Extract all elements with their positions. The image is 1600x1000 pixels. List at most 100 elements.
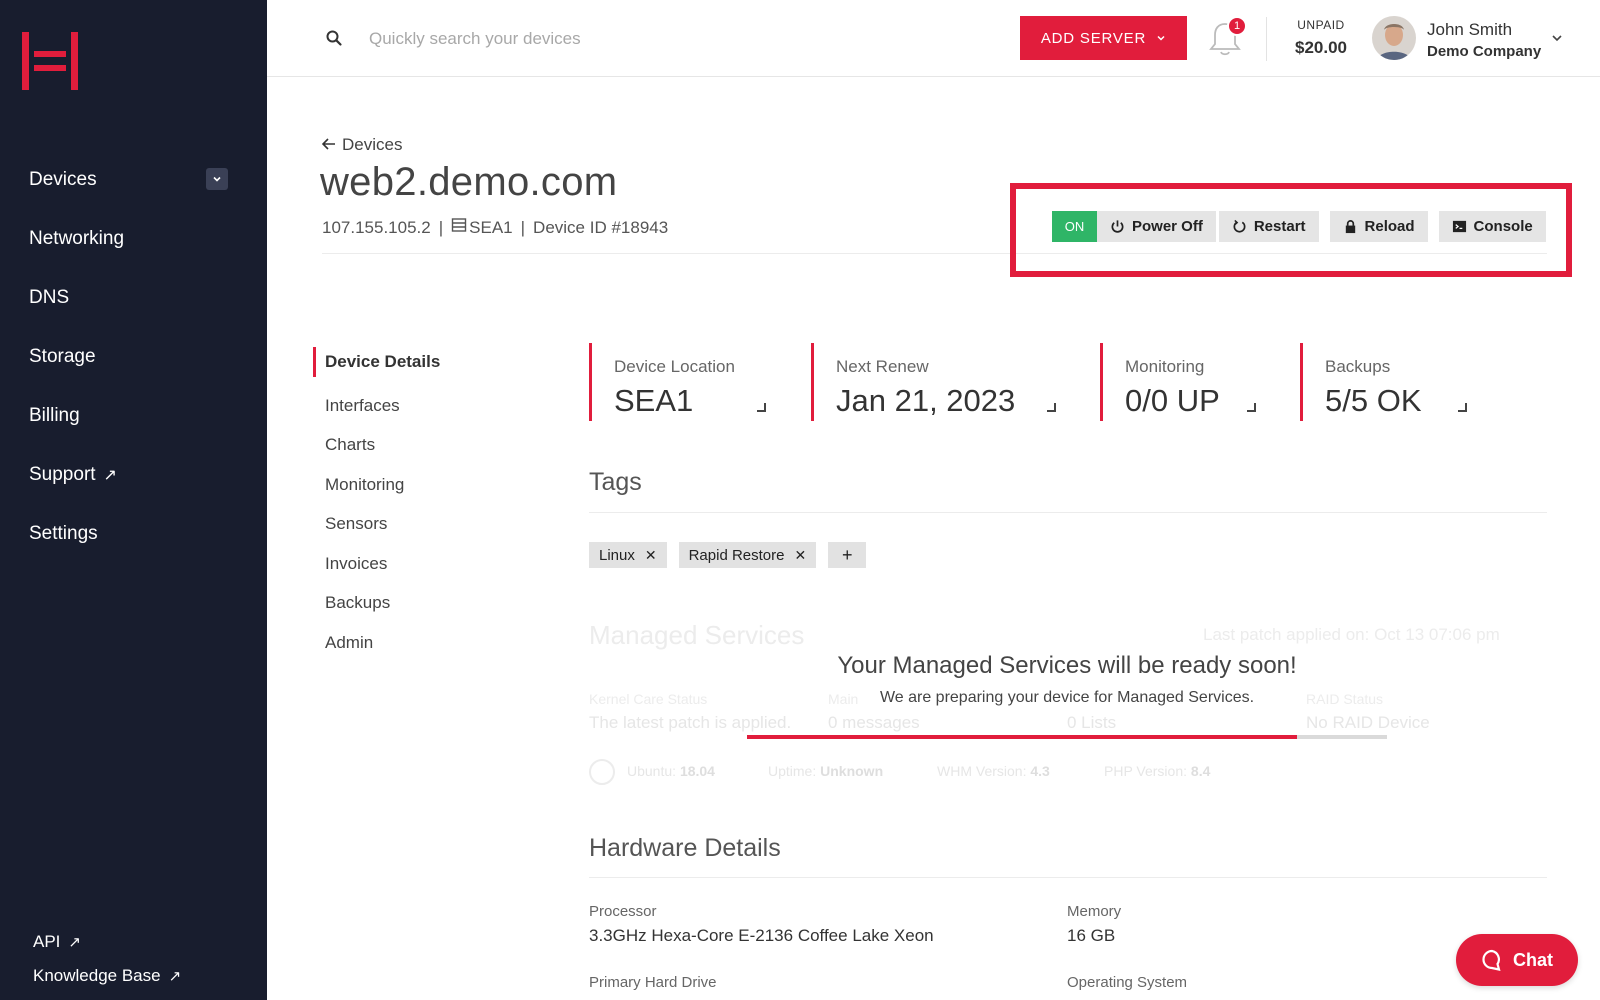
php-version: PHP Version: 8.4 bbox=[1104, 763, 1210, 779]
subnav-device-details[interactable]: Device Details bbox=[313, 347, 440, 377]
chat-label: Chat bbox=[1513, 949, 1553, 970]
stat-value: SEA1 bbox=[614, 383, 694, 418]
avatar[interactable] bbox=[1372, 16, 1416, 60]
stat-monitoring[interactable]: Monitoring 0/0 UP bbox=[1100, 343, 1260, 421]
subnav-backups[interactable]: Backups bbox=[313, 584, 440, 624]
sidebar-item-dns[interactable]: DNS bbox=[0, 268, 267, 327]
stat-next-renew[interactable]: Next Renew Jan 21, 2023 bbox=[811, 343, 1059, 421]
tag-label: Linux bbox=[599, 546, 635, 564]
device-meta: 107.155.105.2 | SEA1 | Device ID #18943 bbox=[322, 217, 668, 238]
sidebar-item-networking[interactable]: Networking bbox=[0, 209, 267, 268]
php-value: 8.4 bbox=[1190, 763, 1211, 779]
device-subnav: Device Details Interfaces Charts Monitor… bbox=[313, 347, 440, 663]
power-status-badge: ON bbox=[1052, 211, 1097, 242]
corner-arrow-icon bbox=[1047, 403, 1056, 412]
sidebar: Devices Networking DNS Storage Billing S… bbox=[0, 0, 267, 1000]
subnav-charts[interactable]: Charts bbox=[313, 426, 440, 466]
back-to-devices-link[interactable]: Devices bbox=[321, 135, 402, 155]
stat-device-location[interactable]: Device Location SEA1 bbox=[589, 343, 767, 421]
external-link-icon: ↗ bbox=[68, 934, 81, 951]
add-tag-button[interactable]: + bbox=[828, 542, 867, 568]
device-id: Device ID #18943 bbox=[533, 217, 669, 237]
sidebar-item-label: Support bbox=[29, 463, 96, 485]
unpaid-balance[interactable]: UNPAID $20.00 bbox=[1279, 18, 1363, 58]
close-icon[interactable]: ✕ bbox=[645, 547, 657, 564]
reload-label: Reload bbox=[1364, 218, 1415, 235]
chat-bubble-icon bbox=[1482, 949, 1501, 971]
os-value: 18.04 bbox=[679, 763, 715, 779]
reload-button[interactable]: Reload bbox=[1329, 211, 1428, 242]
sidebar-item-storage[interactable]: Storage bbox=[0, 327, 267, 386]
processor-value: 3.3GHz Hexa-Core E-2136 Coffee Lake Xeon bbox=[589, 926, 934, 945]
whm-label: WHM Version: bbox=[937, 763, 1027, 779]
last-patch-text: Last patch applied on: Oct 13 07:06 pm bbox=[1203, 625, 1500, 644]
sidebar-item-label: Devices bbox=[29, 168, 97, 190]
restart-label: Restart bbox=[1253, 218, 1306, 235]
chat-button[interactable]: Chat bbox=[1456, 934, 1578, 986]
power-controls: ON Power Off Restart Reload Console bbox=[1052, 211, 1546, 242]
chevron-down-icon[interactable] bbox=[206, 168, 228, 190]
uptime-label: Uptime: bbox=[768, 763, 817, 779]
subnav-interfaces[interactable]: Interfaces bbox=[313, 386, 440, 426]
restart-button[interactable]: Restart bbox=[1218, 211, 1319, 242]
subnav-monitoring[interactable]: Monitoring bbox=[313, 465, 440, 505]
whm-value: 4.3 bbox=[1030, 763, 1050, 779]
stat-value: 5/5 OK bbox=[1325, 383, 1422, 418]
managed-progress-fill bbox=[747, 735, 1298, 739]
knowledge-base-link-label: Knowledge Base bbox=[33, 966, 161, 985]
tags-divider bbox=[589, 512, 1547, 513]
subnav-sensors[interactable]: Sensors bbox=[313, 505, 440, 545]
php-label: PHP Version: bbox=[1104, 763, 1188, 779]
close-icon[interactable]: ✕ bbox=[794, 547, 806, 564]
corner-arrow-icon bbox=[757, 403, 766, 412]
search-input[interactable] bbox=[369, 22, 869, 56]
kernel-care-label: Kernel Care Status bbox=[589, 691, 708, 707]
sidebar-item-devices[interactable]: Devices bbox=[0, 150, 267, 209]
arrow-left-icon bbox=[321, 135, 336, 155]
external-link-icon: ↗ bbox=[168, 968, 182, 985]
user-name[interactable]: John Smith bbox=[1427, 20, 1512, 40]
add-server-button[interactable]: ADD SERVER bbox=[1020, 16, 1187, 60]
chevron-down-icon bbox=[1157, 35, 1165, 41]
page-title: web2.demo.com bbox=[320, 160, 618, 204]
processor-label: Processor bbox=[589, 903, 657, 920]
sidebar-item-billing[interactable]: Billing bbox=[0, 386, 267, 445]
chevron-down-icon[interactable] bbox=[1550, 31, 1564, 45]
sidebar-item-label: Storage bbox=[29, 345, 96, 367]
knowledge-base-link[interactable]: Knowledge Base ↗ bbox=[33, 959, 181, 993]
managed-services-title: Managed Services bbox=[589, 620, 805, 650]
uptime: Uptime: Unknown bbox=[768, 763, 883, 779]
device-location: SEA1 bbox=[469, 217, 513, 237]
stat-value: Jan 21, 2023 bbox=[836, 383, 1016, 418]
subnav-admin[interactable]: Admin bbox=[313, 623, 440, 663]
raid-status-value: No RAID Device bbox=[1306, 713, 1430, 732]
power-off-button[interactable]: Power Off bbox=[1097, 211, 1216, 242]
ubuntu-icon bbox=[589, 759, 615, 785]
kernel-care-value: The latest patch is applied. bbox=[589, 713, 792, 732]
hardware-title: Hardware Details bbox=[589, 834, 781, 862]
os-label: Ubuntu: bbox=[627, 763, 677, 779]
sidebar-item-label: Settings bbox=[29, 522, 98, 544]
stat-backups[interactable]: Backups 5/5 OK bbox=[1300, 343, 1475, 421]
search-icon bbox=[325, 29, 343, 47]
console-button[interactable]: Console bbox=[1438, 211, 1546, 242]
user-company: Demo Company bbox=[1427, 43, 1542, 60]
whm-version: WHM Version: 4.3 bbox=[937, 763, 1050, 779]
brand-logo[interactable] bbox=[22, 32, 78, 90]
sidebar-item-support[interactable]: Support ↗ bbox=[0, 445, 267, 504]
unpaid-label: UNPAID bbox=[1297, 18, 1345, 32]
power-off-label: Power Off bbox=[1132, 218, 1203, 235]
header-divider bbox=[1266, 17, 1267, 61]
api-link[interactable]: API ↗ bbox=[33, 925, 181, 959]
primary-drive-label: Primary Hard Drive bbox=[589, 974, 717, 991]
stat-label: Monitoring bbox=[1125, 357, 1205, 376]
meta-separator: | bbox=[520, 217, 526, 237]
uptime-value: Unknown bbox=[820, 763, 884, 779]
subnav-invoices[interactable]: Invoices bbox=[313, 544, 440, 584]
stat-label: Backups bbox=[1325, 357, 1391, 376]
meta-separator: | bbox=[438, 217, 444, 237]
stat-label: Device Location bbox=[614, 357, 735, 376]
console-label: Console bbox=[1473, 218, 1533, 235]
sidebar-item-label: Networking bbox=[29, 227, 125, 249]
sidebar-item-settings[interactable]: Settings bbox=[0, 504, 267, 563]
